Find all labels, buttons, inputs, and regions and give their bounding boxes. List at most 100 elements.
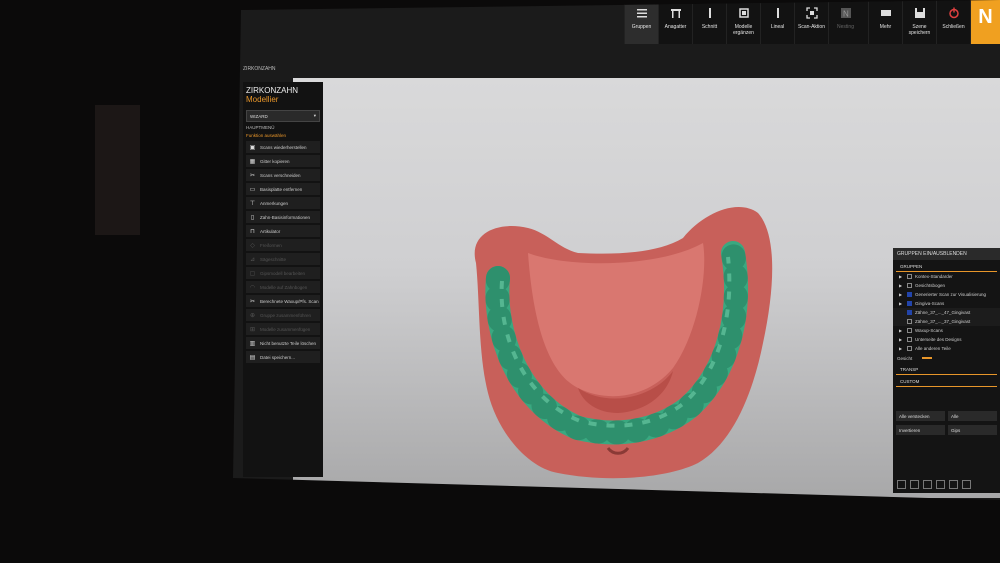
expand-triangle-icon[interactable]: ▶ bbox=[899, 274, 904, 279]
gesicht-row[interactable]: Gesicht bbox=[893, 353, 1000, 363]
menu-item[interactable]: ⊕ Gruppe zusammenführen bbox=[246, 309, 320, 321]
menu-item[interactable]: ✂ Scans verschneiden bbox=[246, 169, 320, 181]
left-panel: ZIRKONZAHN Modellier WIZARD ▾ HAUPTMENÜ … bbox=[243, 82, 323, 477]
gesicht-slider[interactable] bbox=[922, 357, 933, 359]
tool-label: Mehr bbox=[879, 24, 892, 30]
groups-label: GRUPPEN bbox=[896, 260, 997, 272]
app-logo: N bbox=[970, 0, 1000, 44]
tool-label: Schnitt bbox=[701, 24, 718, 30]
tool-mehr[interactable]: Mehr bbox=[868, 0, 902, 44]
custom-section[interactable]: CUSTOM bbox=[896, 375, 997, 387]
window-title: ZIRKONZAHN bbox=[243, 66, 276, 72]
group-checkbox[interactable] bbox=[907, 310, 912, 315]
group-checkbox[interactable] bbox=[907, 337, 912, 342]
view-side-icon[interactable] bbox=[923, 480, 932, 489]
tool-label: Nesting bbox=[837, 24, 854, 30]
group-label: Kontex-Standarder bbox=[915, 274, 953, 279]
tool-szene-speichern[interactable]: Szene speichern bbox=[902, 0, 936, 44]
tool-schnitt[interactable]: Schnitt bbox=[692, 0, 726, 44]
ruler-icon bbox=[771, 6, 785, 20]
articulator-icon: ⊓ bbox=[250, 228, 255, 235]
menu-item[interactable]: ◠ Modelle auf Zahnbogen bbox=[246, 281, 320, 293]
tool-anagatter[interactable]: Anagatter bbox=[658, 0, 692, 44]
gips-button[interactable]: Gips bbox=[948, 425, 997, 435]
menu-item[interactable]: ▣ Scans wiederherstellen bbox=[246, 141, 320, 153]
gesicht-label: Gesicht bbox=[897, 355, 913, 361]
expand-triangle-icon[interactable]: ▶ bbox=[899, 328, 904, 333]
menu-item[interactable]: ⊞ Modelle zusammenfügen bbox=[246, 323, 320, 335]
tool-schliessen[interactable]: Schließen bbox=[936, 0, 970, 44]
join-icon: ⊞ bbox=[249, 326, 256, 333]
tool-label: Scan-Aktion bbox=[798, 24, 825, 30]
group-checkbox[interactable] bbox=[907, 274, 912, 279]
group-row[interactable]: ▶ Gesichtsbogen bbox=[893, 281, 1000, 290]
expand-triangle-icon[interactable]: ▶ bbox=[899, 346, 904, 351]
tool-lineal[interactable]: Lineal bbox=[760, 0, 794, 44]
brand-product: Modellier bbox=[246, 95, 279, 104]
expand-triangle-icon[interactable]: ▶ bbox=[899, 301, 904, 306]
menu-item[interactable]: ▥ Nicht benutzte Teile löschen bbox=[246, 337, 320, 349]
group-checkbox[interactable] bbox=[907, 292, 912, 297]
merge-icon: ⊕ bbox=[249, 312, 256, 319]
menu-item-label: Gipsmodell bearbeiten bbox=[260, 270, 306, 276]
transp-section[interactable]: TRANSP bbox=[896, 363, 997, 375]
tool-label: Modelle ergänzen bbox=[733, 24, 754, 36]
invert-button[interactable]: Invertieren bbox=[896, 425, 945, 435]
group-checkbox[interactable] bbox=[907, 319, 912, 324]
articulator-icon bbox=[669, 6, 683, 20]
group-label: Gesichtsbogen bbox=[915, 283, 946, 288]
menu-item[interactable]: ▤ Datei speichern... bbox=[246, 351, 320, 363]
menu-item[interactable]: ▯ Zahn-Basisinformationen bbox=[246, 211, 320, 223]
group-row[interactable]: Zähne_37_..._47_Gingivast bbox=[893, 308, 1000, 317]
menu-item[interactable]: ▢ Gipsmodell bearbeiten bbox=[246, 267, 320, 279]
saw-icon: ⊿ bbox=[249, 256, 256, 263]
menu-item-label: Datei speichern... bbox=[260, 354, 296, 360]
menu-item[interactable]: ✂ Berechnete Waxup/Pfs. Scan bbox=[246, 295, 320, 307]
expand-triangle-icon[interactable]: ▶ bbox=[899, 337, 904, 342]
menu-item[interactable]: ⊿ Sägeschnitte bbox=[246, 253, 320, 265]
projected-screen: ZIRKONZAHN Gruppen Anagatter Schnitt Mod… bbox=[233, 0, 1000, 500]
tool-gruppen[interactable]: Gruppen bbox=[624, 0, 658, 44]
group-label: Unterseite des Designs bbox=[915, 337, 962, 342]
save-icon bbox=[913, 6, 927, 20]
group-row[interactable]: ▶ Gingiva-Scans bbox=[893, 299, 1000, 308]
group-checkbox[interactable] bbox=[907, 301, 912, 306]
all-button[interactable]: Alle bbox=[948, 411, 997, 421]
tool-label: Gruppen bbox=[631, 24, 652, 30]
group-row[interactable]: ▶ Unterseite des Designs bbox=[893, 335, 1000, 344]
tool-nesting[interactable]: N Nesting bbox=[828, 0, 862, 44]
wizard-dropdown[interactable]: WIZARD ▾ bbox=[246, 110, 320, 122]
group-checkbox[interactable] bbox=[907, 346, 912, 351]
tool-modelle[interactable]: Modelle ergänzen bbox=[726, 0, 760, 44]
group-row[interactable]: ▶ Kontex-Standarder bbox=[893, 272, 1000, 281]
menu-item[interactable]: ▭ Basisplatte entfernen bbox=[246, 183, 320, 195]
expand-triangle-icon[interactable]: ▶ bbox=[899, 292, 904, 297]
model-icon bbox=[737, 6, 751, 20]
menu-item[interactable]: ⊤ Anmerkungen bbox=[246, 197, 320, 209]
group-row[interactable]: ▶ Generierter Scan zur Visualisierung bbox=[893, 290, 1000, 299]
hide-all-button[interactable]: Alle verstecken bbox=[896, 411, 945, 421]
group-row[interactable]: Zähne_37_..._37_Gingivast bbox=[893, 317, 1000, 326]
menu-item[interactable]: ▦ Gitter kopieren bbox=[246, 155, 320, 167]
menu-item-label: Gitter kopieren bbox=[260, 158, 290, 164]
view-back-icon[interactable] bbox=[936, 480, 945, 489]
expand-triangle-icon[interactable]: ▶ bbox=[899, 283, 904, 288]
group-checkbox[interactable] bbox=[907, 328, 912, 333]
group-checkbox[interactable] bbox=[907, 283, 912, 288]
view-top-icon[interactable] bbox=[910, 480, 919, 489]
view-bottom-icon[interactable] bbox=[949, 480, 958, 489]
more-icon bbox=[879, 6, 893, 20]
group-row[interactable]: ▶ Alle anderen Teile bbox=[893, 344, 1000, 353]
dental-model-3d[interactable] bbox=[458, 193, 778, 483]
view-front-icon[interactable] bbox=[897, 480, 906, 489]
group-row[interactable]: ▶ Waxup-Scans bbox=[893, 326, 1000, 335]
brand-title: ZIRKONZAHN Modellier bbox=[243, 82, 323, 108]
menu-item-label: Modelle zusammenfügen bbox=[260, 326, 311, 332]
pin-icon: ⊤ bbox=[249, 200, 256, 207]
group-label: Zähne_37_..._37_Gingivast bbox=[915, 319, 971, 324]
tool-scan-aktion[interactable]: Scan-Aktion bbox=[794, 0, 828, 44]
view-iso-icon[interactable] bbox=[962, 480, 971, 489]
menu-item[interactable]: ⊓ Artikulator bbox=[246, 225, 320, 237]
menu-item[interactable]: ◇ Freiformen bbox=[246, 239, 320, 251]
